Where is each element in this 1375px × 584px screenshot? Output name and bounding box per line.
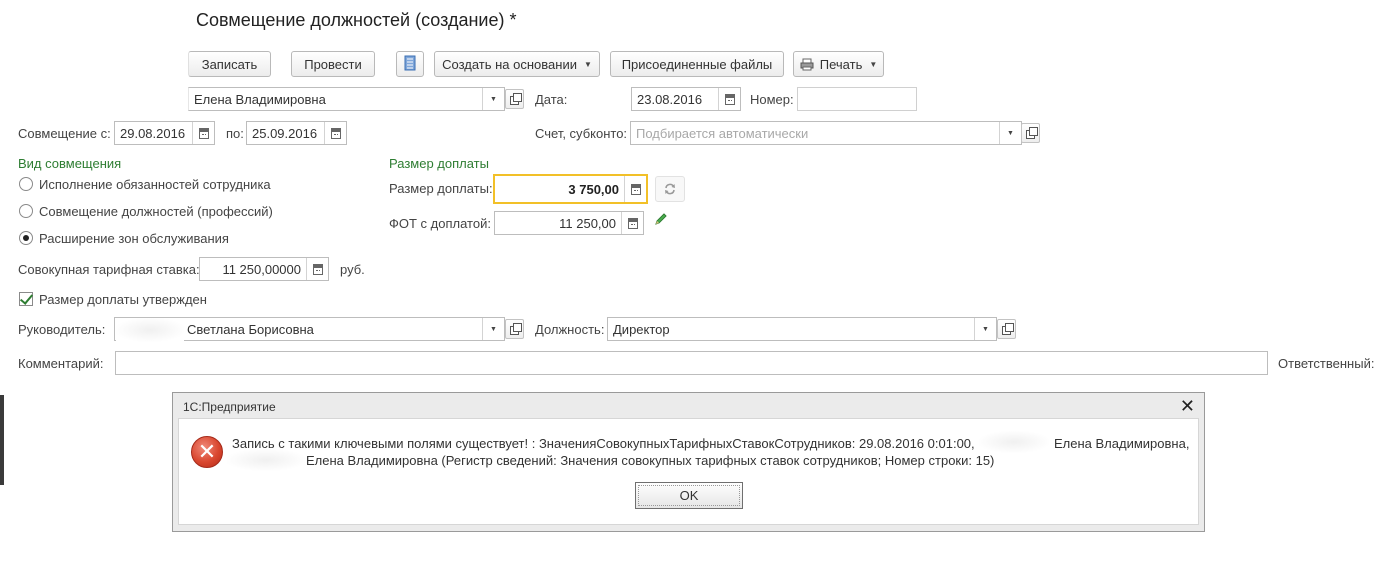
responsible-label: Ответственный: <box>1278 356 1375 371</box>
tariff-label: Совокупная тарифная ставка: <box>18 262 200 277</box>
calculator-icon <box>627 217 638 229</box>
comment-field[interactable] <box>115 351 1268 375</box>
background-window-edge <box>0 395 4 485</box>
error-message-line1-tail: Елена Владимировна, <box>1054 436 1190 451</box>
redacted-surname <box>116 318 184 342</box>
tariff-field[interactable]: 11 250,00000 <box>199 257 329 281</box>
date-field[interactable]: 23.08.2016 <box>631 87 741 111</box>
ok-button[interactable]: OK <box>635 482 743 509</box>
surcharge-amount-field[interactable]: 3 750,00 <box>493 174 648 204</box>
dialog-body: ✕ Запись с такими ключевыми полями сущес… <box>178 418 1199 525</box>
attached-files-button[interactable]: Присоединенные файлы <box>610 51 784 77</box>
fot-field[interactable]: 11 250,00 <box>494 211 644 235</box>
comment-label: Комментарий: <box>18 356 104 371</box>
refresh-button[interactable] <box>655 176 685 202</box>
error-icon: ✕ <box>191 436 223 468</box>
calendar-icon <box>198 127 209 139</box>
period-to-field[interactable]: 25.09.2016 <box>246 121 347 145</box>
period-from-label: Совмещение с: <box>18 126 111 141</box>
kind-group-title: Вид совмещения <box>18 156 122 171</box>
period-from-value: 29.08.2016 <box>120 125 186 141</box>
error-dialog: 1С:Предприятие ✕ ✕ Запись с такими ключе… <box>172 392 1205 532</box>
post-button[interactable]: Провести <box>291 51 375 77</box>
close-icon[interactable]: ✕ <box>1180 396 1195 417</box>
number-field[interactable] <box>797 87 917 111</box>
dialog-title: 1С:Предприятие <box>183 400 276 414</box>
document-list-button[interactable] <box>396 51 424 77</box>
period-from-field[interactable]: 29.08.2016 <box>114 121 215 145</box>
radio-duties-label: Исполнение обязанностей сотрудника <box>39 177 271 192</box>
period-to-value: 25.09.2016 <box>252 125 318 141</box>
fot-value: 11 250,00 <box>559 215 616 231</box>
open-icon[interactable] <box>997 319 1016 339</box>
radio-service-zones[interactable] <box>19 231 33 245</box>
calculator-icon <box>630 183 641 195</box>
position-label: Должность: <box>535 322 605 337</box>
radio-service-zones-label: Расширение зон обслуживания <box>39 231 229 246</box>
chevron-down-icon[interactable]: ▼ <box>999 122 1021 144</box>
open-icon[interactable] <box>1021 123 1040 143</box>
employee-field[interactable]: Елена Владимировна ▼ <box>188 87 505 111</box>
approved-label: Размер доплаты утвержден <box>39 292 207 307</box>
radio-positions[interactable] <box>19 204 33 218</box>
chevron-down-icon[interactable]: ▼ <box>482 88 504 110</box>
edit-pencil-icon[interactable] <box>654 212 668 229</box>
document-list-icon <box>404 55 416 74</box>
calculator-button[interactable] <box>621 212 643 234</box>
tariff-unit: руб. <box>340 262 365 277</box>
refresh-icon <box>663 182 677 196</box>
redacted-surname <box>227 449 305 471</box>
calendar-button[interactable] <box>192 122 214 144</box>
position-field[interactable]: Директор ▼ <box>607 317 997 341</box>
chevron-down-icon[interactable]: ▼ <box>482 318 504 340</box>
redacted-surname <box>979 431 1049 453</box>
open-icon[interactable] <box>505 319 524 339</box>
page-title: Совмещение должностей (создание) * <box>196 10 517 30</box>
surcharge-amount-label: Размер доплаты: <box>389 181 493 196</box>
print-button[interactable]: Печать ▼ <box>793 51 884 77</box>
calendar-button[interactable] <box>324 122 346 144</box>
date-value: 23.08.2016 <box>637 91 703 107</box>
create-based-on-button[interactable]: Создать на основании ▼ <box>434 51 600 77</box>
chevron-down-icon[interactable]: ▼ <box>974 318 996 340</box>
radio-duties[interactable] <box>19 177 33 191</box>
calendar-icon <box>724 93 735 105</box>
print-label: Печать <box>819 56 863 72</box>
chevron-down-icon: ▼ <box>869 59 878 69</box>
surcharge-amount-value: 3 750,00 <box>568 181 619 197</box>
calendar-icon <box>330 127 341 139</box>
approved-checkbox[interactable] <box>19 292 33 306</box>
fot-label: ФОТ с доплатой: <box>389 216 491 231</box>
tariff-value: 11 250,00000 <box>222 261 301 277</box>
period-to-label: по: <box>226 126 244 141</box>
write-button[interactable]: Записать <box>188 51 271 77</box>
position-value: Директор <box>613 321 670 337</box>
account-field[interactable]: Подбирается автоматически ▼ <box>630 121 1022 145</box>
surcharge-group-title: Размер доплаты <box>389 156 489 171</box>
open-icon[interactable] <box>505 89 524 109</box>
create-based-on-label: Создать на основании <box>442 56 577 72</box>
error-message-line1: Запись с такими ключевыми полями существ… <box>232 436 975 451</box>
number-label: Номер: <box>750 92 794 107</box>
account-placeholder: Подбирается автоматически <box>636 125 809 141</box>
date-label: Дата: <box>535 92 568 107</box>
calculator-button[interactable] <box>306 258 328 280</box>
calendar-button[interactable] <box>718 88 740 110</box>
error-message-line2: Елена Владимировна (Регистр сведений: Зн… <box>306 453 995 468</box>
employee-value: Елена Владимировна <box>194 91 326 107</box>
manager-label: Руководитель: <box>18 322 106 337</box>
account-label: Счет, субконто: <box>535 126 628 141</box>
calculator-button[interactable] <box>624 176 646 202</box>
printer-icon <box>800 58 814 71</box>
calculator-icon <box>312 263 323 275</box>
chevron-down-icon: ▼ <box>583 59 592 69</box>
radio-positions-label: Совмещение должностей (профессий) <box>39 204 273 219</box>
